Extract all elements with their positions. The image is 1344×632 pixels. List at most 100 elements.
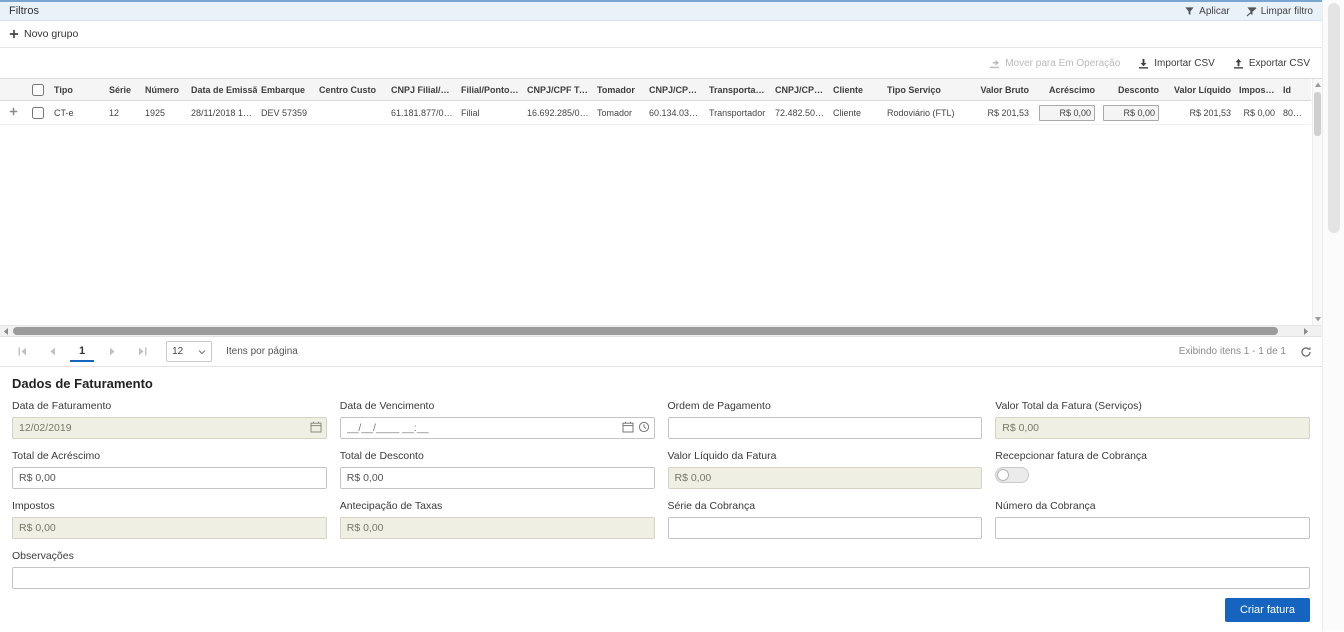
page-scrollbar[interactable] bbox=[1322, 0, 1344, 631]
col-cnpj-transp[interactable]: CNPJ/CPF Transp... bbox=[645, 79, 705, 101]
cell-serie: 12 bbox=[105, 101, 141, 125]
row-checkbox[interactable] bbox=[32, 107, 44, 119]
col-tipo[interactable]: Tipo bbox=[50, 79, 105, 101]
cell-select bbox=[26, 101, 50, 125]
grid-horizontal-scrollbar[interactable] bbox=[0, 325, 1322, 336]
col-valor-liquido[interactable]: Valor Líquido bbox=[1163, 79, 1235, 101]
col-cnpj-tomador[interactable]: CNPJ/CPF Tomador bbox=[523, 79, 593, 101]
cell-tipo-servico: Rodoviário (FTL) bbox=[883, 101, 959, 125]
scroll-right-icon[interactable] bbox=[1301, 327, 1310, 336]
col-centro-custo[interactable]: Centro Custo bbox=[315, 79, 387, 101]
valor-liquido-fatura-field: Valor Líquido da Fatura bbox=[668, 450, 983, 489]
col-acrescimo[interactable]: Acréscimo bbox=[1033, 79, 1099, 101]
ordem-pagamento-input[interactable] bbox=[668, 417, 983, 439]
col-tipo-servico[interactable]: Tipo Serviço bbox=[883, 79, 959, 101]
page-number-1[interactable]: 1 bbox=[70, 341, 94, 362]
cell-desconto bbox=[1099, 101, 1163, 125]
cell-centro-custo bbox=[315, 101, 387, 125]
new-group-button[interactable]: Novo grupo bbox=[9, 28, 78, 40]
serie-cobranca-input[interactable] bbox=[668, 517, 983, 539]
expand-row-button[interactable] bbox=[9, 107, 18, 116]
col-serie[interactable]: Série bbox=[105, 79, 141, 101]
impostos-input bbox=[12, 517, 327, 539]
data-vencimento-label: Data de Vencimento bbox=[340, 400, 655, 412]
pager-controls: 1 12 Itens por página bbox=[10, 340, 298, 364]
col-tomador[interactable]: Tomador bbox=[593, 79, 645, 101]
export-csv-button[interactable]: Exportar CSV bbox=[1233, 58, 1310, 69]
col-cliente[interactable]: Cliente bbox=[829, 79, 883, 101]
grid-header-row: Tipo Série Número Data de Emissão Embarq… bbox=[0, 79, 1311, 101]
billing-section: Dados de Faturamento Data de Faturamento… bbox=[0, 367, 1322, 632]
clear-filter-label: Limpar filtro bbox=[1261, 6, 1313, 17]
ordem-pagamento-label: Ordem de Pagamento bbox=[668, 400, 983, 412]
pager: 1 12 Itens por página Exibindo itens 1 -… bbox=[0, 336, 1322, 367]
col-id[interactable]: Id bbox=[1279, 79, 1311, 101]
data-vencimento-input[interactable] bbox=[340, 417, 655, 439]
cell-expand bbox=[0, 101, 26, 125]
recepcionar-toggle[interactable] bbox=[995, 467, 1029, 483]
cell-tomador: Tomador bbox=[593, 101, 645, 125]
total-acrescimo-field: Total de Acréscimo bbox=[12, 450, 327, 489]
select-all-checkbox[interactable] bbox=[32, 84, 44, 96]
prev-page-button[interactable] bbox=[40, 340, 64, 364]
desconto-input[interactable] bbox=[1103, 105, 1159, 121]
antecipacao-input bbox=[340, 517, 655, 539]
col-embarque[interactable]: Embarque bbox=[257, 79, 315, 101]
clear-filter-button[interactable]: Limpar filtro bbox=[1246, 6, 1313, 17]
total-acrescimo-input[interactable] bbox=[12, 467, 327, 489]
col-desconto[interactable]: Desconto bbox=[1099, 79, 1163, 101]
last-page-button[interactable] bbox=[130, 340, 154, 364]
col-transportador[interactable]: Transportador bbox=[705, 79, 771, 101]
calendar-icon[interactable] bbox=[622, 421, 634, 433]
total-acrescimo-label: Total de Acréscimo bbox=[12, 450, 327, 462]
total-desconto-input[interactable] bbox=[340, 467, 655, 489]
clock-icon[interactable] bbox=[638, 421, 650, 433]
hscroll-thumb[interactable] bbox=[13, 327, 1278, 335]
scrollbar-thumb[interactable] bbox=[1314, 92, 1321, 136]
valor-liquido-fatura-input bbox=[668, 467, 983, 489]
col-numero[interactable]: Número bbox=[141, 79, 187, 101]
apply-filter-button[interactable]: Aplicar bbox=[1184, 6, 1230, 17]
col-impostos[interactable]: Impostos bbox=[1235, 79, 1279, 101]
billing-title: Dados de Faturamento bbox=[12, 376, 1310, 391]
billing-form: Data de Faturamento Data de Vencimento bbox=[12, 400, 1310, 589]
col-cnpj-filial[interactable]: CNPJ Filial/Ponto de ... bbox=[387, 79, 457, 101]
page-size-value: 12 bbox=[172, 346, 183, 357]
toggle-knob bbox=[997, 469, 1009, 481]
move-to-operation-label: Mover para Em Operação bbox=[1005, 58, 1120, 69]
scroll-up-icon[interactable] bbox=[1314, 81, 1322, 89]
col-valor-bruto[interactable]: Valor Bruto bbox=[959, 79, 1033, 101]
observacoes-field: Observações bbox=[12, 550, 1310, 589]
col-select bbox=[26, 79, 50, 101]
cell-cnpj-tomador: 16.692.285/0001-09 bbox=[523, 101, 593, 125]
scroll-down-icon[interactable] bbox=[1314, 315, 1322, 323]
filters-title: Filtros bbox=[9, 5, 39, 17]
page-scrollbar-thumb[interactable] bbox=[1328, 3, 1340, 233]
observacoes-input[interactable] bbox=[12, 567, 1310, 589]
cell-id: 80313 bbox=[1279, 101, 1311, 125]
col-data-emissao[interactable]: Data de Emissão bbox=[187, 79, 257, 101]
valor-liquido-fatura-label: Valor Líquido da Fatura bbox=[668, 450, 983, 462]
page-size-select[interactable]: 12 bbox=[166, 341, 212, 362]
first-page-button[interactable] bbox=[10, 340, 34, 364]
table-row[interactable]: CT-e 12 1925 28/11/2018 17:40 DEV 57359 … bbox=[0, 101, 1311, 125]
pager-info: Exibindo itens 1 - 1 de 1 bbox=[1179, 346, 1312, 358]
scroll-left-icon[interactable] bbox=[2, 327, 11, 336]
move-to-operation-button[interactable]: Mover para Em Operação bbox=[989, 58, 1120, 69]
grid-vertical-scrollbar[interactable] bbox=[1312, 79, 1322, 325]
refresh-button[interactable] bbox=[1300, 346, 1312, 358]
create-invoice-button[interactable]: Criar fatura bbox=[1225, 598, 1310, 622]
acrescimo-input[interactable] bbox=[1039, 105, 1095, 121]
refresh-icon bbox=[1300, 346, 1312, 358]
col-filial[interactable]: Filial/Ponto de O... bbox=[457, 79, 523, 101]
recepcionar-label: Recepcionar fatura de Cobrança bbox=[995, 450, 1310, 462]
col-expand bbox=[0, 79, 26, 101]
next-page-button[interactable] bbox=[100, 340, 124, 364]
numero-cobranca-input[interactable] bbox=[995, 517, 1310, 539]
valor-total-label: Valor Total da Fatura (Serviços) bbox=[995, 400, 1310, 412]
col-cnpj-cliente[interactable]: CNPJ/CPF Cliente bbox=[771, 79, 829, 101]
cell-filial: Filial bbox=[457, 101, 523, 125]
import-csv-button[interactable]: Importar CSV bbox=[1138, 58, 1215, 69]
valor-total-field: Valor Total da Fatura (Serviços) bbox=[995, 400, 1310, 439]
cell-tipo: CT-e bbox=[50, 101, 105, 125]
